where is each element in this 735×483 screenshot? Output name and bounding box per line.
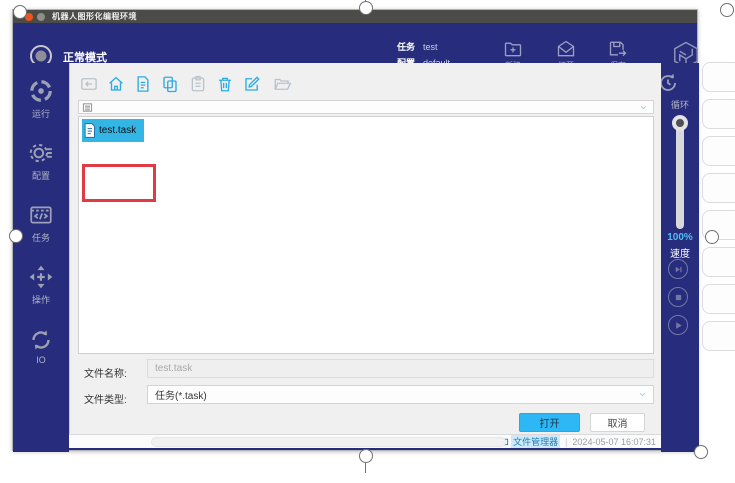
window-title: 机器人图形化编程环境 [52,11,137,22]
task-label: 任务 [397,40,415,53]
selection-handle[interactable] [705,230,719,244]
background-button [702,284,735,314]
sidebar-item-label: 操作 [32,293,50,306]
speed-label: 速度 [661,245,699,260]
app-window: 机器人图形化编程环境 正常模式 任务 test 配置 default 新建 [12,9,698,451]
stop-button[interactable] [668,287,688,307]
sidebar-item-run[interactable]: 运行 [13,78,69,120]
file-manager-status[interactable]: 文件管理器 [498,435,560,448]
selection-handle[interactable] [359,449,373,463]
copy-icon[interactable] [161,75,179,93]
file-item-selected[interactable]: test.task [82,119,144,142]
gear-icon [28,140,54,166]
background-button [702,62,735,92]
play-icon [673,320,684,331]
run-icon [28,78,54,104]
move-arrows-icon [28,264,54,290]
chevron-down-icon [638,390,647,399]
file-name: test.task [99,125,136,136]
home-icon[interactable] [107,75,125,93]
header: 正常模式 任务 test 配置 default 新建 打开 [13,23,697,63]
io-cycle-icon [29,328,53,352]
open-button[interactable]: 打开 [519,413,580,432]
file-dialog: test.task 文件名称: 文件类型: 任务(*.task) 打开 取消 [69,63,661,448]
loop-label: 循环 [661,98,699,111]
timestamp: 2024-05-07 16:07:31 [572,437,656,447]
background-button [702,321,735,351]
selection-handle[interactable] [13,5,27,19]
task-info: 任务 test [397,40,438,53]
chevron-down-icon [639,103,648,112]
stop-icon [674,293,683,302]
background-button [702,99,735,129]
handle-stem [365,463,366,473]
file-name-input[interactable] [147,359,654,378]
speed-slider-track[interactable] [676,121,684,229]
new-file-icon[interactable] [134,75,152,93]
selection-handle[interactable] [720,3,734,17]
sidebar-item-operate[interactable]: 操作 [13,264,69,306]
cancel-button[interactable]: 取消 [590,413,645,432]
file-name-label: 文件名称: [84,365,127,380]
play-button[interactable] [668,315,688,335]
screen: 机器人图形化编程环境 正常模式 任务 test 配置 default 新建 [0,0,735,483]
separator: | [565,437,567,447]
sidebar-item-config[interactable]: 配置 [13,140,69,182]
sidebar-item-label: IO [36,355,46,365]
location-combobox[interactable] [78,100,654,114]
open-folder-icon[interactable] [273,75,291,93]
sidebar-item-label: 运行 [32,107,50,120]
back-icon[interactable] [80,75,98,93]
file-type-label: 文件类型: [84,391,127,406]
file-type-value: 任务(*.task) [155,387,207,402]
delete-icon[interactable] [216,75,234,93]
selection-handle[interactable] [9,229,23,243]
open-envelope-icon [556,39,576,59]
sidebar-item-label: 任务 [32,231,50,244]
titlebar: 机器人图形化编程环境 [13,10,697,23]
task-value: test [423,42,438,52]
file-manager-text: 文件管理器 [511,435,560,448]
sidebar-item-io[interactable]: IO [13,328,69,365]
speed-slider-knob[interactable] [672,115,688,131]
speed-percent: 100% [661,232,699,243]
left-sidebar: 运行 配置 任务 操作 [13,63,69,452]
file-list[interactable]: test.task [78,116,654,354]
paste-icon[interactable] [189,75,207,93]
minimize-button[interactable] [37,13,45,21]
background-button [702,247,735,277]
selection-handle[interactable] [694,445,708,459]
list-view-icon [82,102,93,113]
background-button [702,136,735,166]
status-bar: 步进 关闭 | 碰撞检测开启(50%) | 文件管理器 | 2024-05-07… [69,434,661,448]
step-forward-icon [673,264,684,275]
task-file-icon [82,122,97,139]
new-folder-icon [503,39,523,59]
background-button [702,173,735,203]
sidebar-item-label: 配置 [32,169,50,182]
selection-handle[interactable] [359,1,373,15]
step-button[interactable] [668,259,688,279]
file-type-select[interactable]: 任务(*.task) [147,385,654,404]
save-icon [608,39,628,59]
annotation-highlight-box [82,164,156,202]
code-icon [28,202,54,228]
rename-icon[interactable] [243,75,261,93]
status-scrollbar[interactable] [151,437,506,447]
